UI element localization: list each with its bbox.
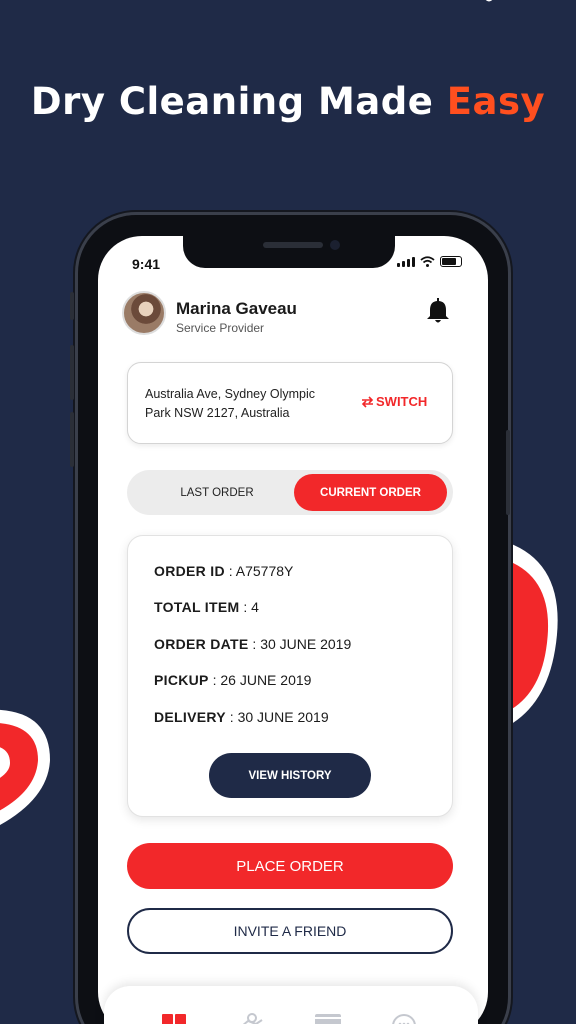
phone-silent-switch bbox=[70, 292, 74, 320]
tab-current-order[interactable]: CURRENT ORDER bbox=[294, 474, 447, 511]
order-row-delivery: DELIVERY : 30 JUNE 2019 bbox=[154, 709, 329, 725]
address-line-2: Park NSW 2127, Australia bbox=[145, 406, 290, 420]
address-text: Australia Ave, Sydney Olympic Park NSW 2… bbox=[145, 385, 345, 423]
battery-icon bbox=[440, 256, 462, 267]
status-icons bbox=[397, 256, 462, 267]
wifi-icon bbox=[420, 256, 435, 267]
phone-camera bbox=[330, 240, 340, 250]
phone-power-button bbox=[506, 430, 510, 515]
user-name: Marina Gaveau bbox=[176, 299, 297, 318]
order-row-total-item: TOTAL ITEM : 4 bbox=[154, 599, 259, 615]
switch-address-button[interactable]: SWITCH bbox=[361, 394, 427, 409]
phone-volume-up bbox=[70, 345, 74, 400]
bell-icon[interactable] bbox=[426, 298, 450, 324]
status-time: 9:41 bbox=[132, 256, 161, 272]
signal-icon bbox=[397, 257, 415, 267]
headline-main: Dry Cleaning Made bbox=[30, 80, 447, 123]
order-row-id: ORDER ID : A75778Y bbox=[154, 563, 294, 579]
tab-last-order[interactable]: LAST ORDER bbox=[132, 474, 302, 511]
headline: Dry Cleaning Made Easy bbox=[0, 80, 576, 123]
swap-arrows-icon bbox=[361, 395, 374, 408]
map-pin-icon[interactable] bbox=[238, 1012, 266, 1024]
decorative-logo-left bbox=[0, 710, 50, 825]
avatar[interactable] bbox=[122, 291, 166, 335]
dashboard-icon[interactable] bbox=[160, 1012, 188, 1024]
headline-accent: Easy bbox=[446, 80, 546, 123]
user-role: Service Provider bbox=[176, 321, 265, 335]
chat-icon[interactable] bbox=[390, 1012, 418, 1024]
view-history-button[interactable]: VIEW HISTORY bbox=[209, 753, 371, 798]
place-order-button[interactable]: PLACE ORDER bbox=[127, 843, 453, 889]
order-row-pickup: PICKUP : 26 JUNE 2019 bbox=[154, 672, 312, 688]
switch-label: SWITCH bbox=[376, 394, 428, 409]
phone-volume-down bbox=[70, 412, 74, 467]
phone-speaker bbox=[263, 242, 323, 248]
address-line-1: Australia Ave, Sydney Olympic bbox=[145, 387, 315, 401]
card-icon[interactable] bbox=[314, 1012, 342, 1024]
invite-friend-button[interactable]: INVITE A FRIEND bbox=[127, 908, 453, 954]
phone-notch bbox=[183, 236, 395, 268]
order-row-order-date: ORDER DATE : 30 JUNE 2019 bbox=[154, 636, 352, 652]
decorative-logo-top bbox=[485, 0, 493, 2]
